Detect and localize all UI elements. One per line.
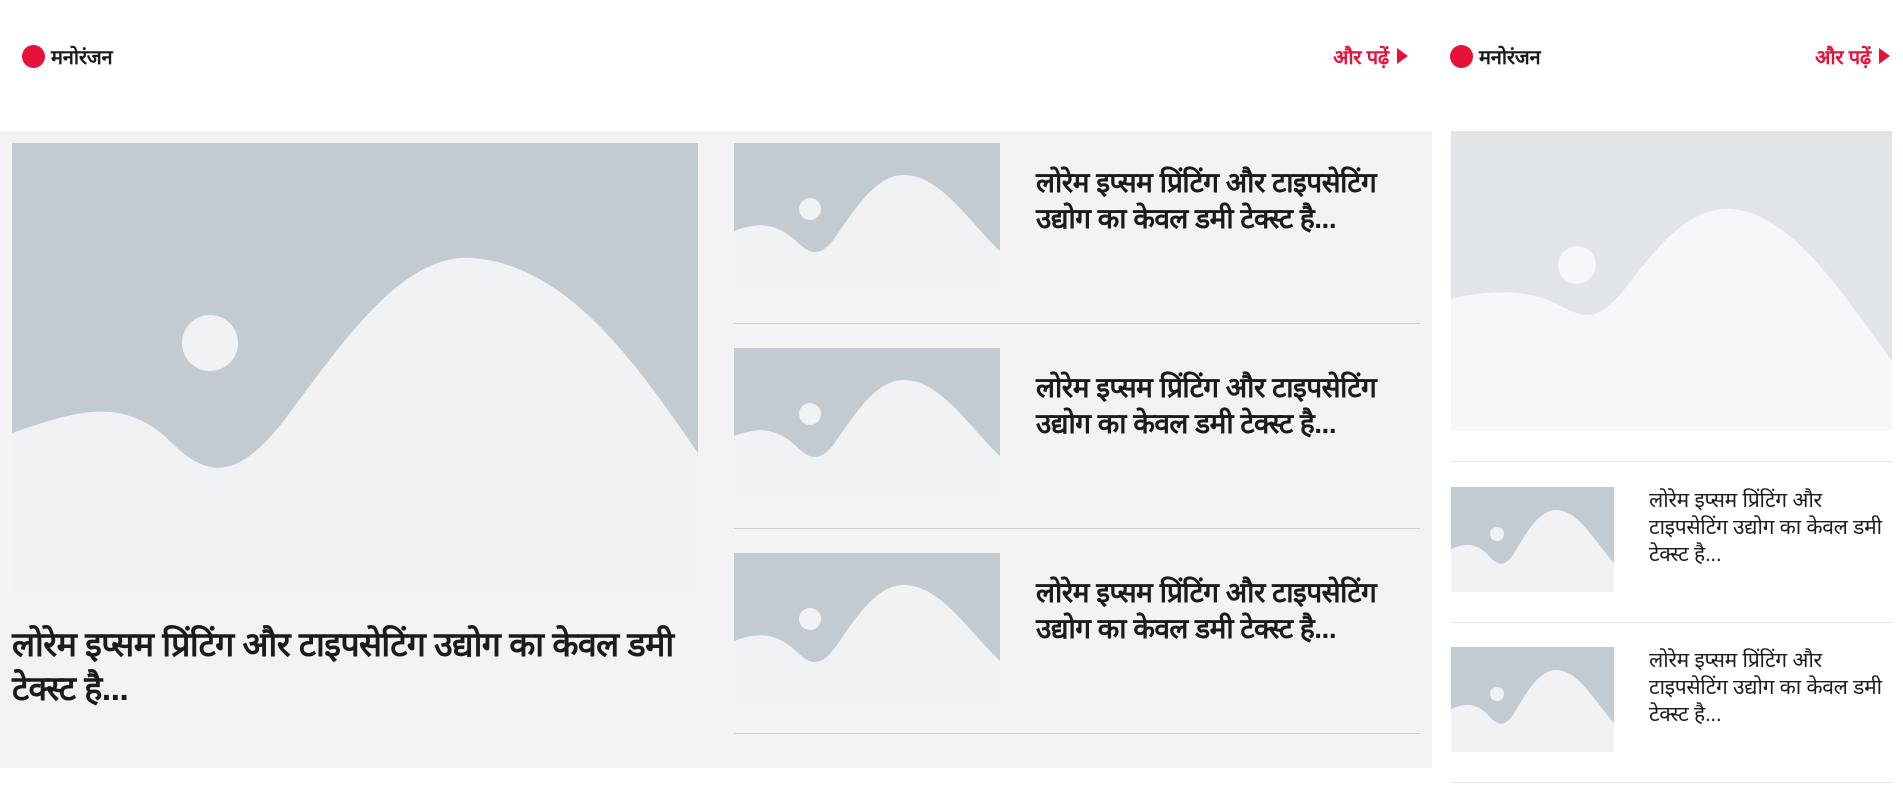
- image-placeholder-icon: [1451, 647, 1614, 752]
- list-item[interactable]: लोरेम इप्सम प्रिंटिंग और टाइपसेटिंग उद्य…: [1451, 487, 1892, 592]
- section-title-text: मनोरंजन: [1479, 46, 1541, 69]
- list-item[interactable]: लोरेम इप्सम प्रिंटिंग और टाइपसेटिंग उद्य…: [734, 143, 1420, 293]
- divider: [1451, 461, 1892, 462]
- image-placeholder-icon[interactable]: [1451, 131, 1892, 431]
- divider: [734, 528, 1420, 529]
- list-item[interactable]: लोरेम इप्सम प्रिंटिंग और टाइपसेटिंग उद्य…: [734, 348, 1420, 498]
- read-more-link-left[interactable]: और पढ़ें: [1333, 43, 1408, 70]
- list-item-title[interactable]: लोरेम इप्सम प्रिंटिंग और टाइपसेटिंग उद्य…: [1036, 370, 1416, 442]
- image-placeholder-icon: [734, 553, 1000, 703]
- list-item-title[interactable]: लोरेम इप्सम प्रिंटिंग और टाइपसेटिंग उद्य…: [1036, 165, 1416, 237]
- image-placeholder-icon: [1451, 487, 1614, 592]
- image-placeholder-icon: [734, 348, 1000, 498]
- divider: [1451, 782, 1892, 783]
- featured-article[interactable]: लोरेम इप्सम प्रिंटिंग और टाइपसेटिंग उद्य…: [12, 143, 698, 713]
- divider: [734, 323, 1420, 324]
- list-item[interactable]: लोरेम इप्सम प्रिंटिंग और टाइपसेटिंग उद्य…: [1451, 647, 1892, 752]
- section-title-right: मनोरंजन: [1450, 43, 1541, 70]
- divider: [1451, 622, 1892, 623]
- list-item[interactable]: लोरेम इप्सम प्रिंटिंग और टाइपसेटिंग उद्य…: [734, 553, 1420, 703]
- image-placeholder-icon: [12, 143, 698, 593]
- image-placeholder-icon: [734, 143, 1000, 293]
- read-more-label: और पढ़ें: [1815, 46, 1871, 69]
- section-header-right: मनोरंजन और पढ़ें: [1450, 36, 1890, 76]
- read-more-link-right[interactable]: और पढ़ें: [1815, 43, 1890, 70]
- divider: [734, 733, 1420, 734]
- section-header-left: मनोरंजन और पढ़ें: [22, 36, 1408, 76]
- list-item-title[interactable]: लोरेम इप्सम प्रिंटिंग और टाइपसेटिंग उद्य…: [1649, 487, 1885, 568]
- section-title-left: मनोरंजन: [22, 43, 113, 70]
- red-dot-icon: [1450, 44, 1473, 68]
- featured-article-title[interactable]: लोरेम इप्सम प्रिंटिंग और टाइपसेटिंग उद्य…: [12, 623, 682, 711]
- triangle-right-icon: [1397, 48, 1408, 64]
- section-title-text: मनोरंजन: [51, 46, 113, 69]
- list-item-title[interactable]: लोरेम इप्सम प्रिंटिंग और टाइपसेटिंग उद्य…: [1036, 575, 1416, 647]
- triangle-right-icon: [1879, 48, 1890, 64]
- red-dot-icon: [22, 44, 45, 68]
- read-more-label: और पढ़ें: [1333, 46, 1389, 69]
- list-item-title[interactable]: लोरेम इप्सम प्रिंटिंग और टाइपसेटिंग उद्य…: [1649, 647, 1885, 728]
